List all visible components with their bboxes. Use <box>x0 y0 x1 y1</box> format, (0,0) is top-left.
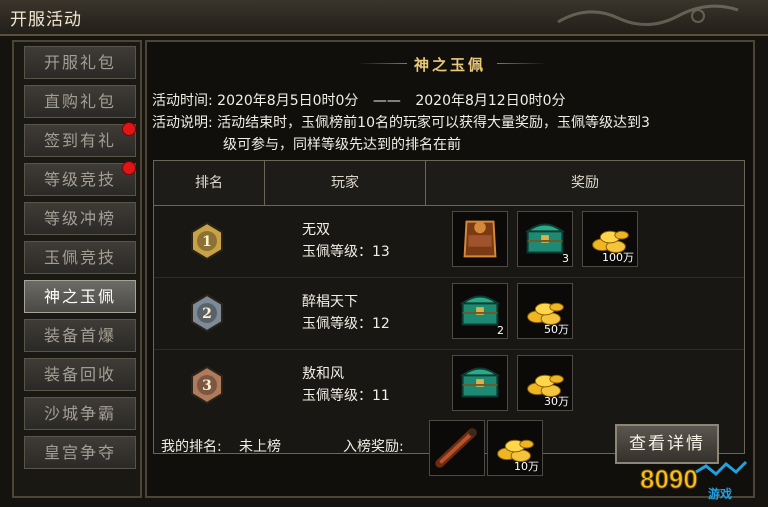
row-divider <box>154 277 744 278</box>
desc-line2: 级可参与，同样等级先达到的排名在前 <box>223 137 461 153</box>
activity-desc: 活动说明: 活动结束时，玉佩榜前10名的玩家可以获得大量奖励，玉佩等级达到3 <box>152 112 650 132</box>
player-level: 玉佩等级：12 <box>302 316 390 332</box>
sidebar-item-8[interactable]: 装备首爆 <box>24 319 136 352</box>
header-rank: 排名 <box>195 175 223 191</box>
watermark-text: 8090 <box>640 464 698 494</box>
scroll-icon <box>435 428 477 468</box>
sidebar-item-6[interactable]: 玉佩竞技 <box>24 241 136 274</box>
rank-medal-icon: 1 <box>191 222 223 260</box>
rank-number: 2 <box>202 306 212 322</box>
player-name: 无双 <box>302 222 330 238</box>
entry-reward-label: 入榜奖励: <box>343 439 404 455</box>
desc-label: 活动说明: <box>152 115 213 131</box>
time-end: 2020年8月12日0时0分 <box>415 93 566 109</box>
time-label: 活动时间: <box>152 93 213 109</box>
sidebar: 开服礼包直购礼包签到有礼等级竞技等级冲榜玉佩竞技神之玉佩装备首爆装备回收沙城争霸… <box>12 40 142 498</box>
reward-count: 10万 <box>514 460 539 473</box>
header-player: 玩家 <box>331 175 359 191</box>
jade-chest-icon <box>459 367 501 398</box>
reward-count: 30万 <box>544 395 569 408</box>
my-rank-value: 未上榜 <box>239 439 281 455</box>
sidebar-item-3[interactable]: 签到有礼 <box>24 124 136 157</box>
sidebar-item-11[interactable]: 皇宫争夺 <box>24 436 136 469</box>
watermark-sub: 游戏 <box>708 486 732 501</box>
reward-count: 2 <box>497 324 504 337</box>
sidebar-item-7[interactable]: 神之玉佩 <box>24 280 136 313</box>
player-name: 醉椙天下 <box>302 294 358 310</box>
reward-item-slot[interactable]: 100万 <box>582 211 638 267</box>
title-bar: 开服活动 <box>0 0 768 36</box>
panel-title: 神之玉佩 <box>413 56 486 74</box>
time-start: 2020年8月5日0时0分 <box>217 93 359 109</box>
player-name: 敖和风 <box>302 366 344 382</box>
reward-count: 50万 <box>544 323 569 336</box>
rank-number: 1 <box>202 234 212 250</box>
my-rank-label: 我的排名: <box>161 439 222 455</box>
sidebar-item-1[interactable]: 开服礼包 <box>24 46 136 79</box>
rank-number: 3 <box>202 378 212 394</box>
reward-item-slot[interactable] <box>429 420 485 476</box>
rank-medal-icon: 3 <box>191 366 223 404</box>
activity-time: 活动时间: 2020年8月5日0时0分 —— 2020年8月12日0时0分 <box>152 90 566 110</box>
rank-medal-icon: 2 <box>191 294 223 332</box>
reward-count: 3 <box>562 252 569 265</box>
activity-panel: 神之玉佩 活动时间: 2020年8月5日0时0分 —— 2020年8月12日0时… <box>145 40 755 498</box>
reward-item-slot[interactable] <box>452 355 508 411</box>
desc-line1: 活动结束时，玉佩榜前10名的玩家可以获得大量奖励，玉佩等级达到3 <box>217 115 650 131</box>
player-level: 玉佩等级：13 <box>302 244 390 260</box>
reward-item-slot[interactable]: 2 <box>452 283 508 339</box>
reward-item-slot[interactable]: 3 <box>517 211 573 267</box>
table-header: 排名 玩家 奖励 <box>154 161 744 206</box>
reward-count: 100万 <box>602 251 634 264</box>
sidebar-item-10[interactable]: 沙城争霸 <box>24 397 136 430</box>
sidebar-item-9[interactable]: 装备回收 <box>24 358 136 391</box>
notification-dot <box>122 122 136 136</box>
wushuang-token-icon <box>463 220 497 258</box>
reward-item-slot[interactable]: 30万 <box>517 355 573 411</box>
ranking-table: 排名 玩家 奖励 1 无双玉佩等级：13 3 100万 2 醉椙天下玉佩等级：12 2 50万… <box>153 160 745 454</box>
player-level: 玉佩等级：11 <box>302 388 390 404</box>
dragon-ornament-icon <box>557 4 739 27</box>
game-window: 开服活动 开服礼包 直购礼包 签到有礼 等级竞技 等级冲榜 玉佩竞技 神之玉佩 装备首爆 装备回… <box>0 0 768 507</box>
reward-item-slot[interactable]: 50万 <box>517 283 573 339</box>
sidebar-item-4[interactable]: 等级竞技 <box>24 163 136 196</box>
sidebar-item-2[interactable]: 直购礼包 <box>24 85 136 118</box>
sidebar-item-5[interactable]: 等级冲榜 <box>24 202 136 235</box>
reward-item-slot[interactable]: 10万 <box>487 420 543 476</box>
notification-dot <box>122 161 136 175</box>
panel-header: 神之玉佩 <box>147 42 753 84</box>
window-title: 开服活动 <box>10 10 82 30</box>
reward-item-slot[interactable] <box>452 211 508 267</box>
site-watermark-logo: 8090 游戏 <box>640 460 748 501</box>
time-separator: —— <box>372 93 401 109</box>
row-divider <box>154 349 744 350</box>
header-reward: 奖励 <box>571 175 599 191</box>
